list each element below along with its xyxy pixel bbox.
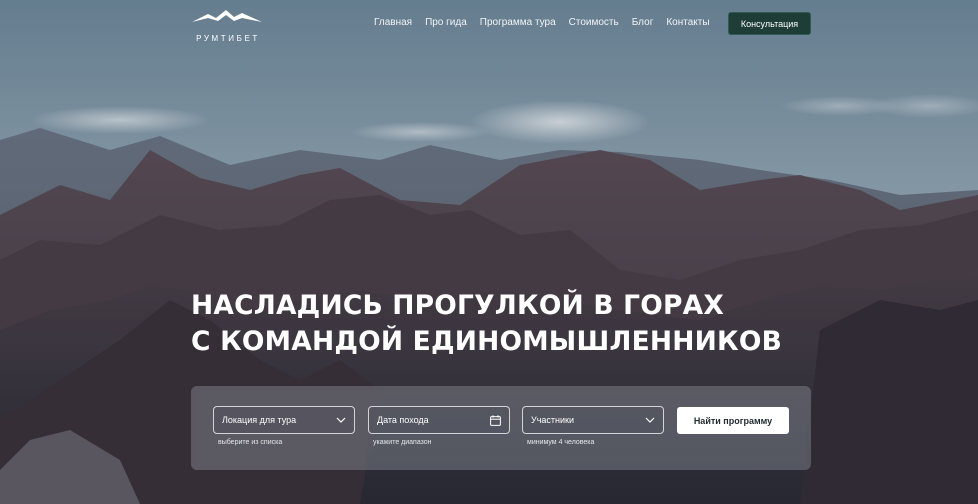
participants-field: Участники минимум 4 человека — [522, 406, 664, 446]
participants-select-value: Участники — [531, 415, 574, 425]
hero-title: Насладись прогулкой в горах с командой е… — [191, 288, 782, 360]
location-hint: выберите из списка — [218, 439, 283, 446]
participants-hint: минимум 4 человека — [527, 439, 595, 446]
search-panel: Локация для тура выберите из списка Дата… — [191, 386, 811, 470]
date-input[interactable]: Дата похода — [368, 406, 510, 434]
calendar-icon — [490, 414, 501, 426]
nav-item-guide[interactable]: Про гида — [425, 17, 467, 28]
mountain-logo-icon — [192, 10, 262, 22]
nav-item-price[interactable]: Стоимость — [569, 17, 619, 28]
chevron-down-icon — [645, 417, 655, 423]
site-header: РУМТИБЕТ Главная Про гида Программа тура… — [0, 0, 978, 48]
date-input-value: Дата похода — [377, 415, 429, 425]
consultation-button[interactable]: Консультация — [728, 12, 811, 35]
nav-item-contacts[interactable]: Контакты — [666, 17, 709, 28]
participants-select[interactable]: Участники — [522, 406, 664, 434]
logo[interactable]: РУМТИБЕТ — [190, 8, 266, 46]
location-field: Локация для тура выберите из списка — [213, 406, 355, 446]
date-field: Дата похода укажите диапазон — [368, 406, 510, 446]
nav-item-program[interactable]: Программа тура — [480, 17, 556, 28]
date-hint: укажите диапазон — [373, 439, 432, 446]
main-nav: Главная Про гида Программа тура Стоимост… — [374, 17, 723, 28]
location-select[interactable]: Локация для тура — [213, 406, 355, 434]
brand-name: РУМТИБЕТ — [196, 34, 260, 43]
nav-item-blog[interactable]: Блог — [632, 17, 654, 28]
find-program-button[interactable]: Найти программу — [677, 407, 789, 434]
hero-title-line-1: Насладись прогулкой в горах — [191, 290, 724, 321]
hero-title-line-2: с командой единомышленников — [191, 326, 783, 357]
chevron-down-icon — [336, 417, 346, 423]
nav-item-home[interactable]: Главная — [374, 17, 412, 28]
location-select-value: Локация для тура — [222, 415, 297, 425]
